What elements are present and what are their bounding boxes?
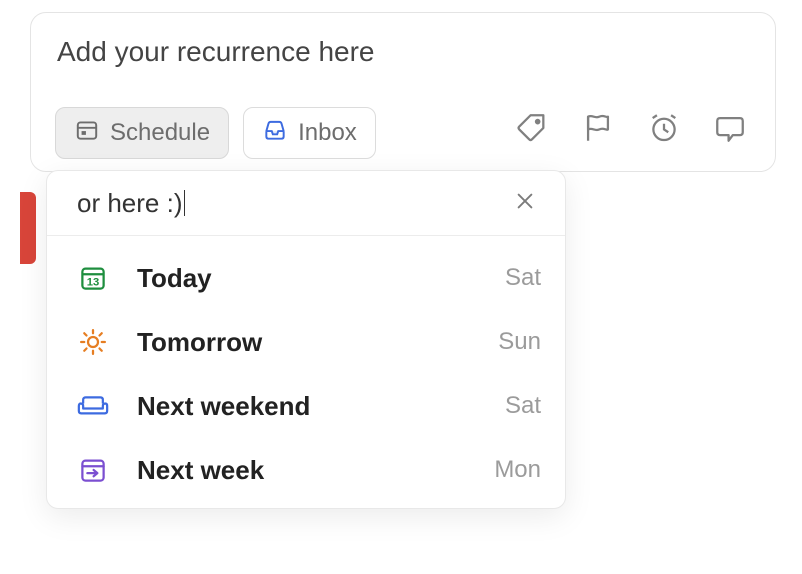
red-accent-strip: [20, 192, 36, 264]
close-button[interactable]: [507, 185, 543, 221]
scheduler-search-row: or here :): [47, 171, 565, 236]
inbox-button-label: Inbox: [298, 119, 357, 147]
option-label: Next weekend: [137, 391, 505, 422]
sun-icon: [75, 324, 111, 360]
option-day: Sun: [498, 328, 541, 356]
flag-icon[interactable]: [581, 111, 615, 145]
option-next-weekend[interactable]: Next weekend Sat: [47, 374, 565, 438]
option-label: Tomorrow: [137, 327, 498, 358]
couch-icon: [75, 388, 111, 424]
option-day: Mon: [494, 456, 541, 484]
calendar-today-icon: 13: [75, 260, 111, 296]
calendar-arrow-icon: [75, 452, 111, 488]
svg-text:13: 13: [87, 277, 100, 289]
option-day: Sat: [505, 392, 541, 420]
option-label: Today: [137, 263, 505, 294]
scheduler-options-list: 13 Today Sat Tomorrow: [47, 236, 565, 508]
option-today[interactable]: 13 Today Sat: [47, 246, 565, 310]
option-next-week[interactable]: Next week Mon: [47, 438, 565, 502]
tag-icon[interactable]: [515, 111, 549, 145]
schedule-button[interactable]: Schedule: [55, 107, 229, 159]
scheduler-popover: or here :) 13 Today Sat: [46, 170, 566, 509]
option-label: Next week: [137, 455, 494, 486]
schedule-button-label: Schedule: [110, 119, 210, 147]
comment-icon[interactable]: [713, 111, 747, 145]
close-icon: [514, 190, 536, 217]
task-composer-card: Schedule Inbox: [30, 12, 776, 172]
calendar-icon: [74, 117, 100, 150]
option-tomorrow[interactable]: Tomorrow Sun: [47, 310, 565, 374]
scheduler-search-input[interactable]: or here :): [77, 188, 507, 219]
inbox-button[interactable]: Inbox: [243, 107, 376, 159]
alarm-icon[interactable]: [647, 111, 681, 145]
composer-action-icons: [515, 111, 747, 145]
option-day: Sat: [505, 264, 541, 292]
composer-toolbar: Schedule Inbox: [55, 107, 376, 159]
inbox-icon: [262, 117, 288, 150]
task-name-input[interactable]: [55, 35, 745, 69]
